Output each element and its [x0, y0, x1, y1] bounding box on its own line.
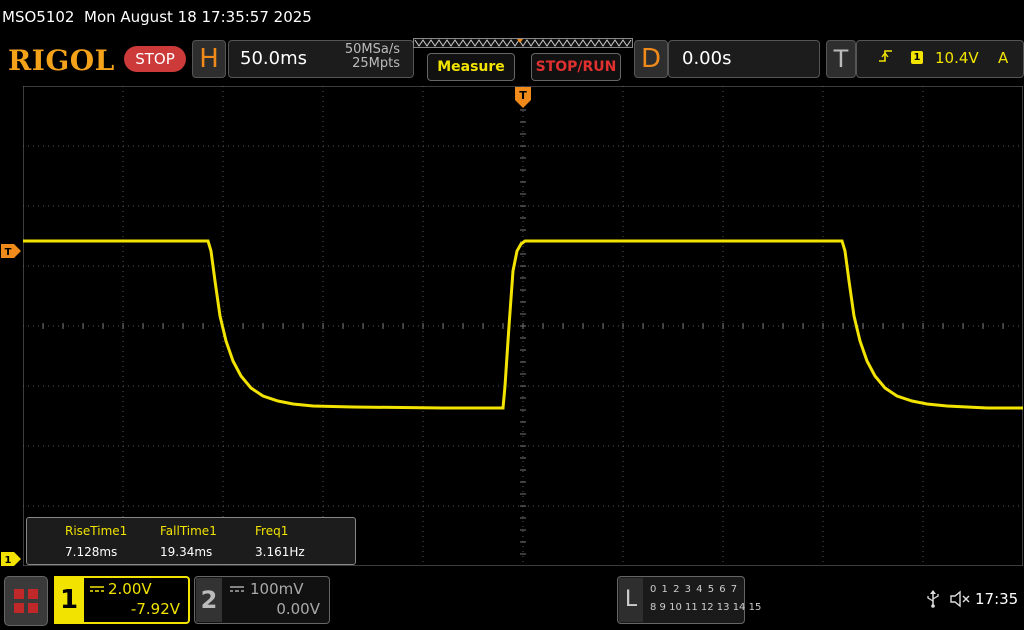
- trigger-left-label: T: [5, 247, 12, 258]
- measurement-panel[interactable]: RiseTime1 7.128ms FallTime1 19.34ms Freq…: [26, 517, 356, 565]
- trigger-source-badge: 1: [911, 51, 923, 64]
- delay-menu-button[interactable]: D: [634, 40, 668, 78]
- measure-button[interactable]: Measure: [427, 53, 515, 81]
- trigger-position-marker[interactable]: T: [514, 86, 532, 110]
- date-time: Mon August 18 17:35:57 2025: [84, 8, 312, 26]
- delay-value: 0.00s: [682, 48, 732, 69]
- rising-edge-icon: [879, 50, 892, 62]
- sample-rate: 50MSa/s: [344, 42, 400, 57]
- rise-time-value: 7.128ms: [65, 545, 118, 559]
- stop-run-button[interactable]: STOP/RUN: [531, 53, 621, 81]
- rise-time-label: RiseTime1: [65, 524, 128, 538]
- fall-time-label: FallTime1: [160, 524, 217, 538]
- speaker-muted-icon[interactable]: [950, 590, 970, 608]
- channel-2-number: 2: [196, 578, 222, 622]
- run-state-badge: STOP: [124, 46, 186, 72]
- waveform-display[interactable]: [23, 86, 1023, 566]
- status-line: MSO5102 Mon August 18 17:35:57 2025: [0, 0, 1024, 34]
- trigger-level: 10.4V: [935, 49, 979, 67]
- trigger-menu-button[interactable]: T: [826, 40, 856, 78]
- channel-1-offset: -7.92V: [130, 600, 180, 618]
- menu-icon[interactable]: [4, 576, 48, 626]
- channel-1-scale: 2.00V: [108, 580, 152, 598]
- ch1-ground-marker[interactable]: 1: [0, 551, 22, 567]
- dc-coupling-icon: [230, 586, 244, 592]
- trigger-level-marker[interactable]: T: [0, 243, 22, 259]
- timebase-value: 50.0ms: [240, 48, 307, 69]
- frequency-label: Freq1: [255, 524, 289, 538]
- graticule: [23, 86, 1023, 566]
- clock: 17:35: [975, 590, 1019, 608]
- rigol-logo: RIGOL: [8, 44, 115, 77]
- channel-2-offset: 0.00V: [276, 600, 320, 618]
- dc-coupling-icon: [90, 586, 104, 592]
- memory-depth: 25Mpts: [352, 56, 400, 71]
- model-name: MSO5102: [2, 8, 75, 26]
- channel-1-number: 1: [54, 576, 84, 624]
- channel-2-scale: 100mV: [250, 580, 304, 598]
- trigger-top-label: T: [519, 89, 527, 102]
- ch1-ground-label: 1: [5, 555, 12, 566]
- logic-channels-high: 8 9 10 11 12 13 14 15: [650, 602, 762, 613]
- logic-analyzer-letter: L: [619, 578, 643, 622]
- logic-channels-low: 0 1 2 3 4 5 6 7: [650, 584, 739, 595]
- frequency-value: 3.161Hz: [255, 545, 305, 559]
- acquisition-info: 50MSa/s 25Mpts: [330, 43, 400, 71]
- horizontal-menu-button[interactable]: H: [192, 40, 226, 78]
- fall-time-value: 19.34ms: [160, 545, 213, 559]
- trigger-mode: A: [998, 49, 1009, 67]
- memory-waveform-overview: [413, 38, 633, 48]
- usb-icon: [927, 590, 939, 608]
